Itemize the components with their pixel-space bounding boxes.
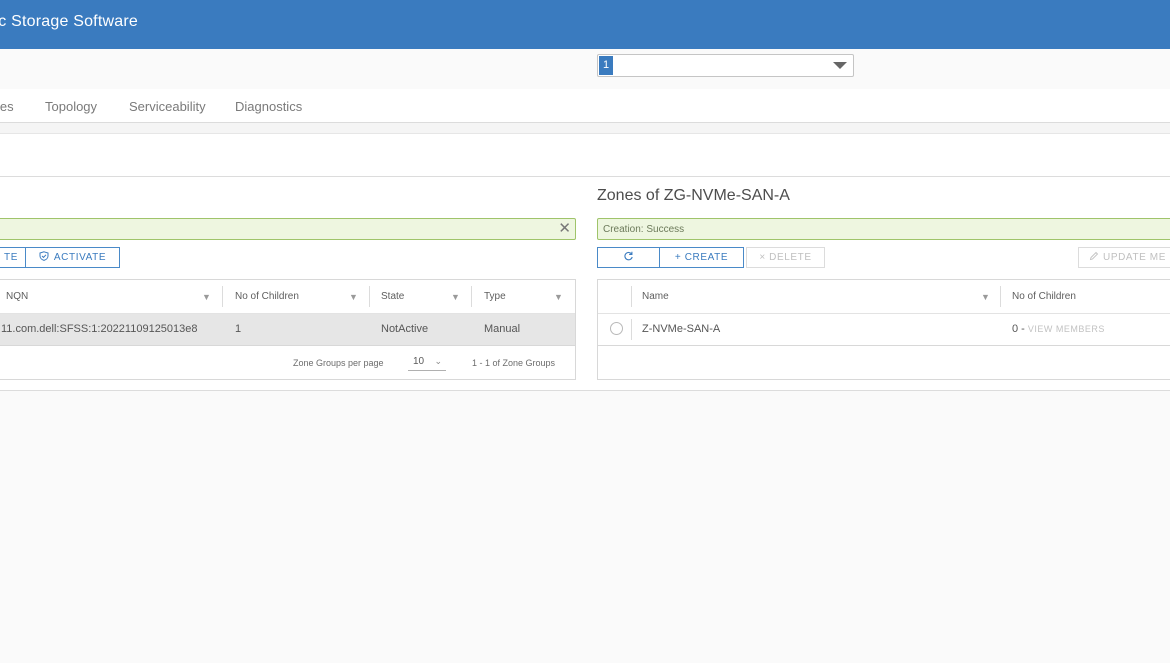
- filter-icon[interactable]: ▼: [981, 292, 990, 302]
- fabric-select[interactable]: 1: [597, 54, 854, 77]
- column-separator: [222, 286, 223, 307]
- delete-button-label: × DELETE: [759, 252, 812, 263]
- row-radio-button[interactable]: [610, 322, 623, 335]
- column-header-state[interactable]: State: [372, 280, 404, 313]
- filter-icon[interactable]: ▼: [202, 292, 211, 302]
- left-partial-button[interactable]: TE: [0, 247, 26, 268]
- sub-toolbar: [0, 49, 1170, 89]
- activate-button-label: ACTIVATE: [53, 252, 107, 263]
- app-header: ric Storage Software: [0, 0, 1170, 49]
- cell-children: 0 - VIEW MEMBERS: [1012, 314, 1105, 345]
- per-page-value: 10: [413, 356, 425, 367]
- create-button-label: + CREATE: [674, 252, 729, 263]
- column-header-type[interactable]: Type: [475, 280, 506, 313]
- per-page-select[interactable]: 10 ⌄: [408, 353, 446, 371]
- chevron-down-icon: ⌄: [434, 356, 442, 366]
- app-title: ric Storage Software: [0, 13, 138, 30]
- delete-button[interactable]: × DELETE: [746, 247, 825, 268]
- cell-nqn: 11.com.dell:SFSS:1:20221109125013e8: [1, 323, 198, 335]
- cell-children: 1: [235, 323, 242, 335]
- tab-properties[interactable]: ies: [0, 99, 14, 114]
- activate-button[interactable]: ACTIVATE: [25, 247, 120, 268]
- column-separator: [631, 286, 632, 307]
- tab-bar: ies Topology Serviceability Diagnostics: [0, 89, 1170, 123]
- column-header-children[interactable]: No of Children: [226, 280, 299, 313]
- update-button-label: UPDATE ME: [1103, 252, 1166, 263]
- zones-grid: Name ▼ No of Children Z-NVMe-SAN-A 0 - V…: [597, 279, 1170, 380]
- tab-topology[interactable]: Topology: [45, 99, 97, 114]
- success-alert-text: Creation: Success: [603, 224, 685, 235]
- filter-icon[interactable]: ▼: [451, 292, 460, 302]
- filter-icon[interactable]: ▼: [349, 292, 358, 302]
- update-members-button[interactable]: UPDATE ME: [1078, 247, 1170, 268]
- tab-serviceability[interactable]: Serviceability: [129, 99, 206, 114]
- pencil-icon: [1089, 251, 1099, 261]
- fabric-select-value: 1: [599, 56, 613, 75]
- close-icon[interactable]: ✕: [558, 221, 571, 237]
- column-header-name[interactable]: Name: [633, 280, 669, 313]
- filter-icon[interactable]: ▼: [554, 292, 563, 302]
- view-members-link[interactable]: VIEW MEMBERS: [1028, 324, 1105, 334]
- column-header-children[interactable]: No of Children: [1003, 280, 1076, 313]
- table-row[interactable]: 11.com.dell:SFSS:1:20221109125013e8 1 No…: [0, 313, 575, 346]
- cell-state: NotActive: [381, 323, 429, 335]
- cell-children-value: 0 -: [1012, 323, 1025, 335]
- left-partial-button-label: TE: [4, 252, 18, 263]
- success-alert: Creation: Success: [597, 218, 1170, 240]
- create-button[interactable]: + CREATE: [659, 247, 744, 268]
- refresh-icon: [624, 251, 633, 261]
- column-separator: [471, 286, 472, 307]
- caret-down-icon[interactable]: [833, 62, 847, 69]
- column-separator: [1000, 286, 1001, 307]
- left-alert-bar: ✕: [0, 218, 576, 240]
- table-row[interactable]: Z-NVMe-SAN-A 0 - VIEW MEMBERS: [598, 313, 1170, 346]
- refresh-button[interactable]: [597, 247, 660, 268]
- tab-diagnostics[interactable]: Diagnostics: [235, 99, 302, 114]
- cell-name: Z-NVMe-SAN-A: [642, 323, 721, 335]
- per-page-label: Zone Groups per page: [293, 358, 384, 368]
- column-separator: [631, 319, 632, 340]
- pagination-range: 1 - 1 of Zone Groups: [472, 358, 556, 368]
- cell-type: Manual: [484, 323, 521, 335]
- zones-title: Zones of ZG-NVMe-SAN-A: [597, 187, 790, 204]
- zone-groups-grid: NQN ▼ No of Children ▼ State ▼ Type ▼ 11…: [0, 279, 576, 380]
- column-separator: [369, 286, 370, 307]
- column-header-nqn[interactable]: NQN: [0, 280, 28, 313]
- toolbar-area: [0, 133, 1170, 177]
- shield-check-icon: [39, 251, 49, 261]
- divider-band: [0, 123, 1170, 133]
